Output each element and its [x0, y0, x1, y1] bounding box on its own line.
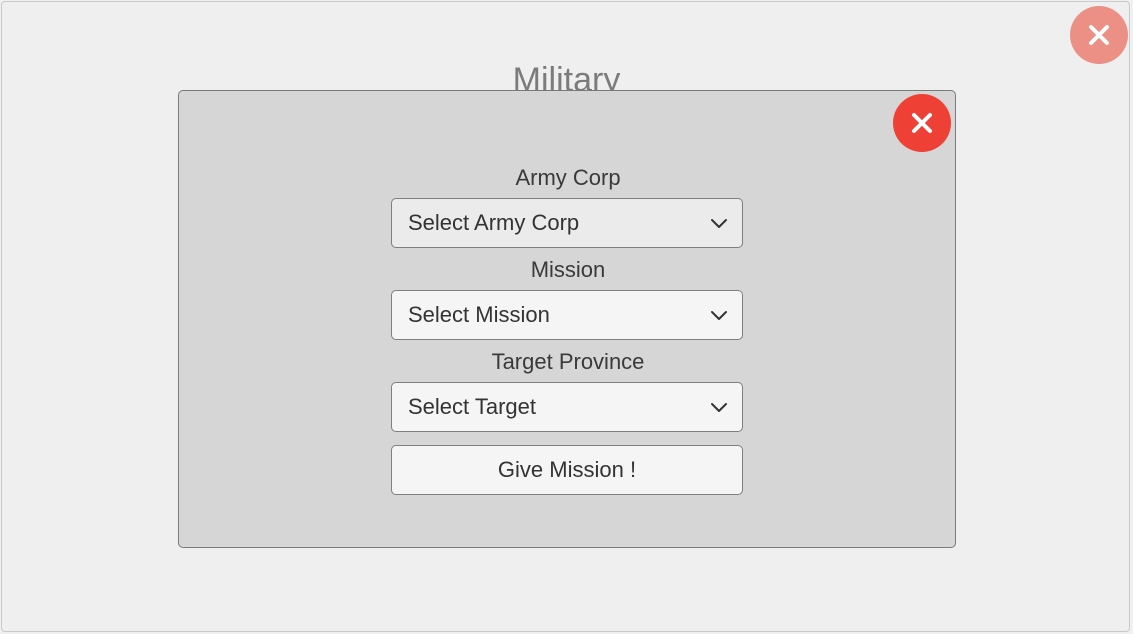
mission-label: Mission	[530, 257, 606, 282]
close-icon	[912, 113, 932, 133]
chevron-down-icon	[711, 403, 727, 412]
chevron-down-icon	[711, 219, 727, 228]
mission-value: Select Mission	[408, 302, 550, 327]
mission-dropdown[interactable]: Select Mission	[391, 290, 743, 340]
chevron-down-icon	[711, 311, 727, 320]
target-province-value: Select Target	[408, 394, 537, 419]
army-corp-dropdown[interactable]: Select Army Corp	[391, 198, 743, 248]
close-icon	[1089, 25, 1109, 45]
dialog-close-button[interactable]	[893, 94, 951, 152]
army-corp-label: Army Corp	[515, 165, 621, 190]
background-close-button[interactable]	[1070, 6, 1128, 64]
mission-dialog: Army Corp Select Army Corp Mission Selec…	[178, 90, 956, 548]
target-province-label: Target Province	[491, 349, 645, 374]
give-mission-button[interactable]: Give Mission !	[391, 445, 743, 495]
target-province-dropdown[interactable]: Select Target	[391, 382, 743, 432]
army-corp-value: Select Army Corp	[408, 210, 580, 235]
